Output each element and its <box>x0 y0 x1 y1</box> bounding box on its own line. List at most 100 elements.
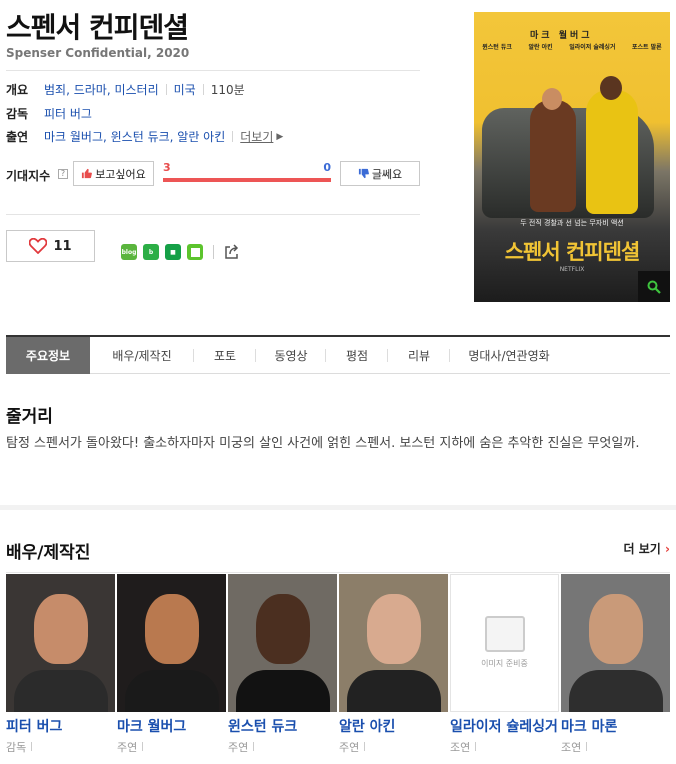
tab-review[interactable]: 리뷰 <box>388 337 450 374</box>
tab-bar: 주요정보 배우/제작진 포토 동영상 평점 리뷰 명대사/연관영화 <box>6 335 670 374</box>
poster-figure <box>586 90 638 214</box>
tab-quotes-related[interactable]: 명대사/연관영화 <box>450 337 568 374</box>
poster-name: 윈스턴 듀크 <box>482 44 512 51</box>
help-icon[interactable]: ? <box>58 169 68 179</box>
band-icon[interactable]: b <box>143 244 159 260</box>
cast-label: 출연 <box>6 130 29 144</box>
cast-photo-placeholder[interactable]: 이미지 준비중 <box>450 574 559 712</box>
cast-photo[interactable] <box>228 574 337 712</box>
cast-heading: 배우/제작진 <box>6 543 91 563</box>
cast-photo[interactable] <box>6 574 115 712</box>
zoom-button[interactable] <box>638 271 670 302</box>
tab-label: 명대사/연관영화 <box>468 348 550 363</box>
poster-cast-names: 윈스턴 듀크 알란 아킨 일라이저 슐레싱거 포스트 말론 <box>474 42 670 51</box>
tab-photo[interactable]: 포토 <box>194 337 256 374</box>
poster-name: 포스트 말론 <box>631 44 662 51</box>
not-sure-label: 글쎄요 <box>371 167 403 181</box>
cast-name[interactable]: 마크 월버그 <box>117 716 225 736</box>
divider <box>6 70 420 71</box>
synopsis-heading: 줄거리 <box>6 407 53 427</box>
poster-figure <box>530 100 576 212</box>
cast-card[interactable]: 이미지 준비중일라이저 슐레싱거조연 <box>450 574 561 764</box>
cast-row: 출연 마크 월버그, 윈스턴 듀크, 알란 아킨 더보기 ▶ <box>6 128 283 145</box>
want-label: 보고싶어요 <box>95 167 146 181</box>
cast-name[interactable]: 알란 아킨 <box>339 716 447 736</box>
blog-icon[interactable]: blog <box>121 244 137 260</box>
ratio-bar-fill <box>163 178 331 182</box>
like-count: 11 <box>53 238 72 254</box>
tab-video[interactable]: 동영상 <box>256 337 326 374</box>
page-title: 스펜서 컨피덴셜 <box>6 11 189 44</box>
synopsis-text: 탐정 스펜서가 돌아왔다! 출소하자마자 미궁의 살인 사건에 얽힌 스펜서. … <box>6 436 640 451</box>
separator <box>213 245 214 259</box>
want-count: 3 <box>163 161 171 174</box>
cast-card[interactable]: 알란 아킨주연 <box>339 574 450 764</box>
cast-card[interactable]: 윈스턴 듀크주연 <box>228 574 339 764</box>
original-title: Spenser Confidential, 2020 <box>6 46 190 60</box>
bookmark-icon[interactable]: ■ <box>165 244 181 260</box>
separator <box>165 84 167 95</box>
share-bar: blog b ■ <box>121 244 240 260</box>
cast-photo-face <box>589 594 643 664</box>
cast-card[interactable]: 마크 월버그주연 <box>117 574 228 764</box>
cast-role: 주연 <box>117 739 143 755</box>
section-divider <box>0 505 676 510</box>
cast-card[interactable]: 마크 마론 조연 <box>561 574 672 764</box>
thumbs-down-icon <box>358 168 369 179</box>
tab-main-info[interactable]: 주요정보 <box>6 336 90 374</box>
heart-icon <box>29 238 48 254</box>
cast-photo[interactable] <box>339 574 448 712</box>
movie-poster[interactable]: 마크 월버그 윈스턴 듀크 알란 아킨 일라이저 슐레싱거 포스트 말론 두 전… <box>474 12 670 302</box>
cast-photo-figure <box>347 670 441 712</box>
tab-label: 리뷰 <box>407 348 431 363</box>
cast-photo[interactable] <box>117 574 226 712</box>
expectation-label: 기대지수 <box>6 169 51 183</box>
tab-label: 평점 <box>345 348 369 363</box>
expectation-widget: 기대지수 ? 보고싶어요 3 0 글쎄요 <box>6 160 420 188</box>
cast-link[interactable]: 마크 월버그, 윈스턴 듀크, 알란 아킨 <box>44 128 225 145</box>
separator <box>202 84 204 95</box>
country-link[interactable]: 미국 <box>174 81 196 98</box>
cast-name[interactable]: 윈스턴 듀크 <box>228 716 336 736</box>
cast-name[interactable]: 마크 마론 <box>561 716 669 736</box>
poster-lead-name: 마크 월버그 <box>530 31 593 41</box>
poster-figure-head <box>542 88 562 110</box>
cast-photo-figure <box>125 670 219 712</box>
cast-role: 감독 <box>6 739 32 755</box>
cast-photo-face <box>367 594 421 664</box>
cast-list: 피터 버그 감독 마크 월버그 주연 윈스턴 듀크 주연 알란 아킨 주연 이미지 준비중 일라이… <box>6 574 672 764</box>
divider <box>6 572 670 573</box>
expectation-bar: 3 0 <box>163 160 331 188</box>
square-icon[interactable] <box>187 244 203 260</box>
cast-photo[interactable] <box>561 574 670 712</box>
not-sure-button[interactable]: 글쎄요 <box>340 161 420 186</box>
director-row: 감독 피터 버그 <box>6 105 92 122</box>
cast-card[interactable]: 피터 버그감독 <box>6 574 117 764</box>
poster-figure-head <box>600 76 622 100</box>
chevron-right-icon: › <box>665 542 670 556</box>
runtime: 110분 <box>210 83 245 97</box>
chevron-right-icon: ▶ <box>276 131 284 142</box>
cast-role: 주연 <box>228 739 254 755</box>
poster-name: 알란 아킨 <box>528 44 553 51</box>
poster-tagline: 두 전직 경찰과 선 넘는 무자비 액션 <box>520 219 624 227</box>
cast-name[interactable]: 피터 버그 <box>6 716 114 736</box>
share-icon[interactable] <box>224 244 240 260</box>
ratio-bar <box>163 178 331 182</box>
want-to-see-button[interactable]: 보고싶어요 <box>73 161 154 186</box>
tab-label: 포토 <box>213 348 237 363</box>
poster-title: 스펜서 컨피덴셜 <box>504 240 641 264</box>
more-label: 더 보기 <box>623 542 661 556</box>
director-link[interactable]: 피터 버그 <box>44 105 92 122</box>
like-button[interactable]: 11 <box>6 230 95 262</box>
cast-name[interactable]: 일라이저 슐레싱거 <box>450 716 558 736</box>
overview-row: 개요 범죄, 드라마, 미스터리 미국 110분 <box>6 81 245 98</box>
cast-more-button[interactable]: 더 보기 › <box>624 540 670 557</box>
cast-more-link[interactable]: 더보기 <box>240 128 273 145</box>
tab-label: 동영상 <box>274 348 308 363</box>
cast-role: 조연 <box>450 739 476 755</box>
tab-rating[interactable]: 평점 <box>326 337 388 374</box>
cast-role: 주연 <box>339 739 365 755</box>
genre-link[interactable]: 범죄, 드라마, 미스터리 <box>44 81 159 98</box>
tab-cast-crew[interactable]: 배우/제작진 <box>90 337 194 374</box>
